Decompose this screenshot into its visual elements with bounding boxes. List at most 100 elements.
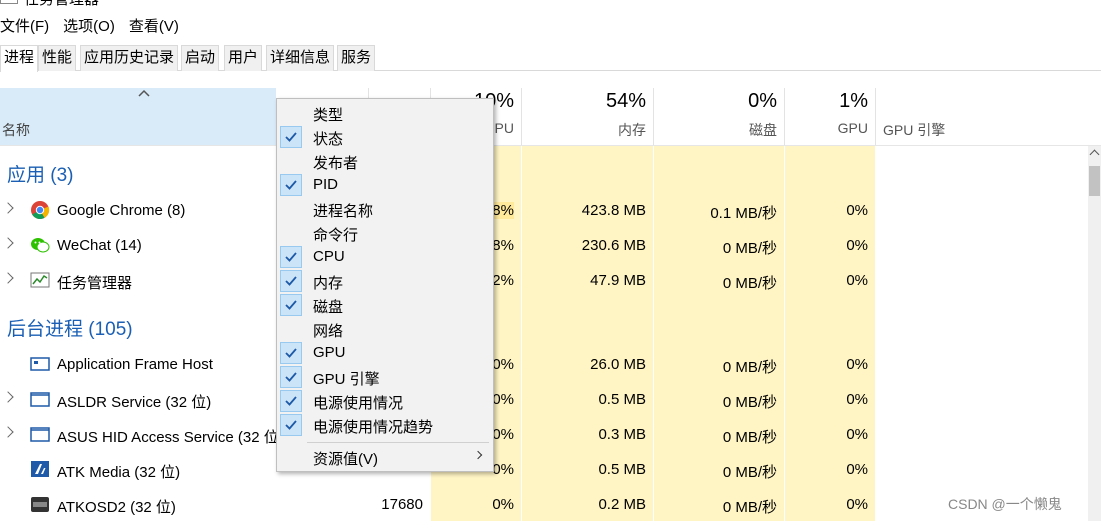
task-manager-title-icon (0, 0, 18, 4)
tab-details[interactable]: 详细信息 (266, 45, 335, 71)
tab-startup[interactable]: 启动 (181, 45, 220, 71)
menu-separator (307, 442, 489, 443)
checkmark-icon (280, 126, 302, 148)
menu-item-label: 内存 (313, 275, 344, 292)
menu-item-label: 状态 (313, 131, 344, 148)
tab-app-history[interactable]: 应用历史记录 (80, 45, 179, 71)
column-header: 名称 10% CPU 54% 内存 0% 磁盘 1% GPU GPU 引擎 (0, 88, 1101, 146)
vertical-scrollbar[interactable] (1088, 146, 1101, 521)
memory-column-percent[interactable]: 54% (522, 90, 646, 113)
column-separator (875, 88, 876, 145)
memory-value: 0.3 MB (598, 426, 646, 443)
menu-item[interactable]: 电源使用情况趋势 (277, 413, 493, 437)
menu-options[interactable]: 选项(O) (63, 16, 122, 38)
scroll-thumb[interactable] (1089, 166, 1100, 196)
memory-value: 230.6 MB (581, 237, 646, 254)
gpu-value: 0% (846, 202, 868, 219)
menu-item[interactable]: 网络 (277, 317, 493, 341)
atk-media-icon (31, 461, 49, 477)
tab-services[interactable]: 服务 (337, 45, 376, 71)
process-name: ASUS HID Access Service (32 位) (57, 429, 284, 446)
memory-value: 0.2 MB (598, 496, 646, 513)
expand-chevron-icon[interactable] (2, 426, 14, 438)
task-manager-icon (30, 272, 50, 288)
disk-value: 0 MB/秒 (722, 429, 777, 446)
table-row[interactable]: ASUS HID Access Service (32 位) 0% 0.3 MB… (0, 418, 1090, 453)
menu-item-label: 发布者 (313, 155, 359, 172)
column-separator (784, 88, 785, 145)
expand-chevron-icon[interactable] (2, 272, 14, 284)
checkmark-icon (280, 246, 302, 268)
menu-item[interactable]: 电源使用情况 (277, 389, 493, 413)
expand-chevron-icon[interactable] (2, 237, 14, 249)
tab-users[interactable]: 用户 (224, 45, 263, 71)
menu-item[interactable]: 类型 (277, 101, 493, 125)
table-row[interactable]: Application Frame Host 0% 26.0 MB 0 MB/秒… (0, 348, 1090, 383)
table-row[interactable]: Google Chrome (8) 0.8% 423.8 MB 0.1 MB/秒… (0, 194, 1090, 229)
table-row[interactable]: ASLDR Service (32 位) 0% 0.5 MB 0 MB/秒 0% (0, 383, 1090, 418)
expand-chevron-icon[interactable] (2, 391, 14, 403)
checkmark-icon (280, 174, 302, 196)
process-name: Application Frame Host (57, 356, 213, 373)
checkmark-icon (280, 390, 302, 412)
table-row[interactable]: 任务管理器 2.2% 47.9 MB 0 MB/秒 0% (0, 264, 1090, 299)
menu-item[interactable]: 命令行 (277, 221, 493, 245)
menu-file[interactable]: 文件(F) (0, 16, 56, 38)
memory-value: 47.9 MB (590, 272, 646, 289)
wechat-icon (31, 238, 50, 253)
disk-column-label[interactable]: 磁盘 (655, 120, 777, 140)
apps-group-header[interactable]: 应用 (3) (7, 160, 74, 187)
menu-item-label: 资源值(V) (313, 451, 378, 468)
menu-item[interactable]: GPU 引擎 (277, 365, 493, 389)
table-row[interactable]: ATK Media (32 位) 16316 0% 0.5 MB 0 MB/秒 … (0, 453, 1090, 488)
disk-column-percent[interactable]: 0% (655, 90, 777, 113)
menu-bar: 文件(F) 选项(O) 查看(V) (0, 16, 193, 38)
memory-value: 26.0 MB (590, 356, 646, 373)
menu-item[interactable]: 进程名称 (277, 197, 493, 221)
disk-value: 0 MB/秒 (722, 464, 777, 481)
gpu-column-label[interactable]: GPU (786, 120, 868, 136)
close-button[interactable]: ✕ (1075, 0, 1088, 4)
gpu-value: 0% (846, 391, 868, 408)
disk-value: 0 MB/秒 (722, 240, 777, 257)
expand-chevron-icon[interactable] (2, 202, 14, 214)
table-row[interactable]: ATKOSD2 (32 位) 17680 0% 0.2 MB 0 MB/秒 0% (0, 488, 1090, 521)
gpu-engine-column-label[interactable]: GPU 引擎 (883, 120, 945, 140)
menu-item-label: GPU 引擎 (313, 371, 380, 388)
process-name: ATKOSD2 (32 位) (57, 499, 176, 516)
menu-item[interactable]: 发布者 (277, 149, 493, 173)
atkosd-icon (31, 497, 49, 512)
menu-item-label: 电源使用情况趋势 (313, 419, 434, 436)
menu-item-label: 网络 (313, 323, 344, 340)
checkmark-icon (280, 270, 302, 292)
gpu-value: 0% (846, 272, 868, 289)
menu-item[interactable]: 状态 (277, 125, 493, 149)
column-separator (653, 88, 654, 145)
gpu-value: 0% (846, 461, 868, 478)
menu-view[interactable]: 查看(V) (129, 16, 186, 38)
menu-item-label: PID (313, 176, 339, 193)
menu-item[interactable]: 磁盘 (277, 293, 493, 317)
menu-item[interactable]: CPU (277, 245, 493, 269)
memory-column-label[interactable]: 内存 (522, 120, 646, 140)
window-icon (30, 392, 50, 407)
memory-value: 423.8 MB (581, 202, 646, 219)
gpu-value: 0% (846, 356, 868, 373)
gpu-value: 0% (846, 237, 868, 254)
menu-item-label: 进程名称 (313, 203, 374, 220)
tab-performance[interactable]: 性能 (38, 45, 77, 71)
watermark: CSDN @一个懒鬼 (948, 496, 1062, 512)
menu-item[interactable]: 内存 (277, 269, 493, 293)
background-group-header[interactable]: 后台进程 (105) (7, 314, 133, 341)
menu-item-label: 电源使用情况 (313, 395, 404, 412)
table-row[interactable]: WeChat (14) 0.8% 230.6 MB 0 MB/秒 0% (0, 229, 1090, 264)
menu-item[interactable]: GPU (277, 341, 493, 365)
scroll-up-icon[interactable] (1089, 149, 1100, 160)
menu-item[interactable]: PID (277, 173, 493, 197)
menu-item-resource-values[interactable]: 资源值(V) (277, 445, 493, 469)
window-icon (30, 427, 50, 442)
tab-processes[interactable]: 进程 (0, 45, 39, 72)
gpu-column-percent[interactable]: 1% (786, 90, 868, 113)
process-name: 任务管理器 (57, 275, 133, 292)
checkmark-icon (280, 366, 302, 388)
